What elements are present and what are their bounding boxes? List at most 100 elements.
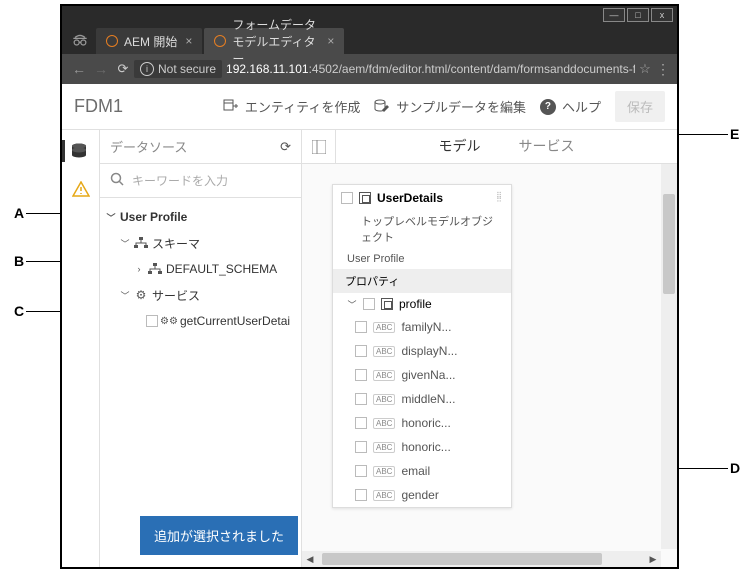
callout-d: D [730, 460, 740, 476]
checkbox[interactable] [355, 393, 367, 405]
prop-row[interactable]: ABCdisplayN... [333, 339, 511, 363]
create-entity-label: エンティティを作成 [245, 97, 360, 116]
prop-row[interactable]: ABC email [333, 459, 511, 483]
add-selected-button[interactable]: 追加が選択されました [140, 516, 298, 555]
callout-b: B [14, 253, 24, 269]
scroll-right-icon[interactable]: ▶ [645, 551, 661, 567]
browser-window: — □ x AEM 開始 × フォームデータモデルエディター × ← → ⟳ i… [60, 4, 679, 569]
security-label: Not secure [158, 62, 216, 76]
checkbox[interactable] [355, 369, 367, 381]
prop-label: profile [399, 297, 432, 311]
horizontal-scrollbar[interactable]: ◀ ▶ [302, 551, 661, 567]
object-icon [359, 192, 371, 204]
database-edit-icon [374, 99, 390, 115]
browser-tab[interactable]: AEM 開始 × [96, 28, 202, 54]
footer-action: 追加が選択されました [140, 516, 298, 555]
refresh-icon[interactable]: ⟳ [280, 139, 291, 155]
save-button[interactable]: 保存 [615, 91, 665, 122]
chevron-down-icon[interactable]: ﹀ [347, 298, 357, 311]
checkbox[interactable] [355, 321, 367, 333]
center-tabbar: モデル サービス [302, 130, 677, 164]
chevron-down-icon[interactable]: ﹀ [120, 289, 130, 302]
tree-default-schema[interactable]: › DEFAULT_SCHEMA [106, 256, 301, 282]
prop-row[interactable]: ABCgender [333, 483, 511, 507]
reload-icon[interactable]: ⟳ [112, 61, 134, 77]
prop-row[interactable]: ABCmiddleN... [333, 387, 511, 411]
prop-row[interactable]: ABChonoric... [333, 435, 511, 459]
tree-label: サービス [152, 287, 200, 304]
entity-card[interactable]: UserDetails ⠿⠿ トップレベルモデルオブジェクト User Prof… [332, 184, 512, 508]
scroll-thumb[interactable] [663, 194, 675, 294]
object-icon [381, 298, 393, 310]
panel-toggle-icon[interactable] [302, 130, 336, 163]
edit-sample-label: サンプルデータを編集 [396, 97, 526, 116]
tab-model[interactable]: モデル [435, 128, 485, 166]
tree-services[interactable]: ﹀ ⚙ サービス [106, 282, 301, 308]
anonymous-icon [70, 30, 90, 50]
entity-header[interactable]: UserDetails ⠿⠿ [333, 185, 511, 211]
datasource-header: データソース ⟳ [100, 130, 301, 164]
type-abc-icon: ABC [373, 442, 395, 453]
prop-label: middleN... [401, 392, 455, 406]
tab-favicon [214, 35, 226, 47]
type-abc-icon: ABC [373, 466, 395, 477]
prop-profile[interactable]: ﹀ profile [333, 293, 511, 315]
window-close[interactable]: x [651, 8, 673, 22]
nav-back-icon[interactable]: ← [68, 61, 90, 77]
checkbox[interactable] [355, 417, 367, 429]
url-host: 192.168.11.101 [226, 62, 309, 76]
scroll-left-icon[interactable]: ◀ [302, 551, 318, 567]
checkbox[interactable] [146, 315, 158, 327]
model-canvas[interactable]: UserDetails ⠿⠿ トップレベルモデルオブジェクト User Prof… [302, 164, 677, 567]
tab-close-icon[interactable]: × [327, 34, 334, 48]
chevron-down-icon[interactable]: ﹀ [106, 211, 116, 224]
drag-handle-icon[interactable]: ⠿⠿ [496, 194, 503, 202]
info-icon: i [140, 62, 154, 76]
tree-label: スキーマ [152, 235, 200, 252]
chevron-right-icon[interactable]: › [134, 264, 144, 274]
tab-favicon [106, 35, 118, 47]
prop-label: email [401, 464, 430, 478]
tree-schema[interactable]: ﹀ スキーマ [106, 230, 301, 256]
type-abc-icon: ABC [373, 346, 395, 357]
entity-props-header: プロパティ [333, 269, 511, 293]
help-button[interactable]: ? ヘルプ [540, 97, 601, 116]
entity-source: User Profile [333, 249, 511, 269]
checkbox[interactable] [363, 298, 375, 310]
datasource-rail-icon[interactable] [62, 140, 92, 162]
url-field[interactable]: 192.168.11.101:4502/aem/fdm/editor.html/… [226, 62, 635, 76]
main-area: データソース ⟳ キーワードを入力 ﹀ User Profile ﹀ [62, 130, 677, 567]
window-maximize[interactable]: □ [627, 8, 649, 22]
tree-label: getCurrentUserDetai [180, 314, 290, 328]
datasource-search[interactable]: キーワードを入力 [100, 164, 301, 198]
prop-row[interactable]: ABChonoric... [333, 411, 511, 435]
create-entity-button[interactable]: エンティティを作成 [223, 97, 360, 116]
checkbox[interactable] [355, 345, 367, 357]
window-minimize[interactable]: — [603, 8, 625, 22]
tab-close-icon[interactable]: × [185, 34, 192, 48]
tab-services[interactable]: サービス [515, 128, 579, 166]
edit-sample-button[interactable]: サンプルデータを編集 [374, 97, 526, 116]
prop-row[interactable]: ABCfamilyN... [333, 315, 511, 339]
vertical-scrollbar[interactable] [661, 164, 677, 549]
security-chip[interactable]: i Not secure [134, 60, 222, 78]
window-titlebar: — □ x [62, 6, 677, 24]
checkbox[interactable] [355, 465, 367, 477]
gears-icon: ⚙⚙ [162, 314, 176, 328]
tree-root[interactable]: ﹀ User Profile [106, 204, 301, 230]
checkbox[interactable] [355, 489, 367, 501]
datasource-header-label: データソース [110, 137, 187, 156]
warning-rail-icon[interactable] [70, 178, 92, 200]
tree-operation[interactable]: ⚙⚙ getCurrentUserDetai [106, 308, 301, 334]
checkbox[interactable] [341, 192, 353, 204]
scroll-thumb[interactable] [322, 553, 602, 565]
browser-tab[interactable]: フォームデータモデルエディター × [204, 28, 344, 54]
checkbox[interactable] [355, 441, 367, 453]
bookmark-icon[interactable]: ☆ [635, 61, 655, 77]
callout-a: A [14, 205, 24, 221]
browser-address-bar: ← → ⟳ i Not secure 192.168.11.101:4502/a… [62, 54, 677, 84]
left-rail [62, 130, 100, 567]
prop-row[interactable]: ABCgivenNa... [333, 363, 511, 387]
chevron-down-icon[interactable]: ﹀ [120, 237, 130, 250]
browser-menu-icon[interactable]: ⋮ [655, 61, 671, 78]
